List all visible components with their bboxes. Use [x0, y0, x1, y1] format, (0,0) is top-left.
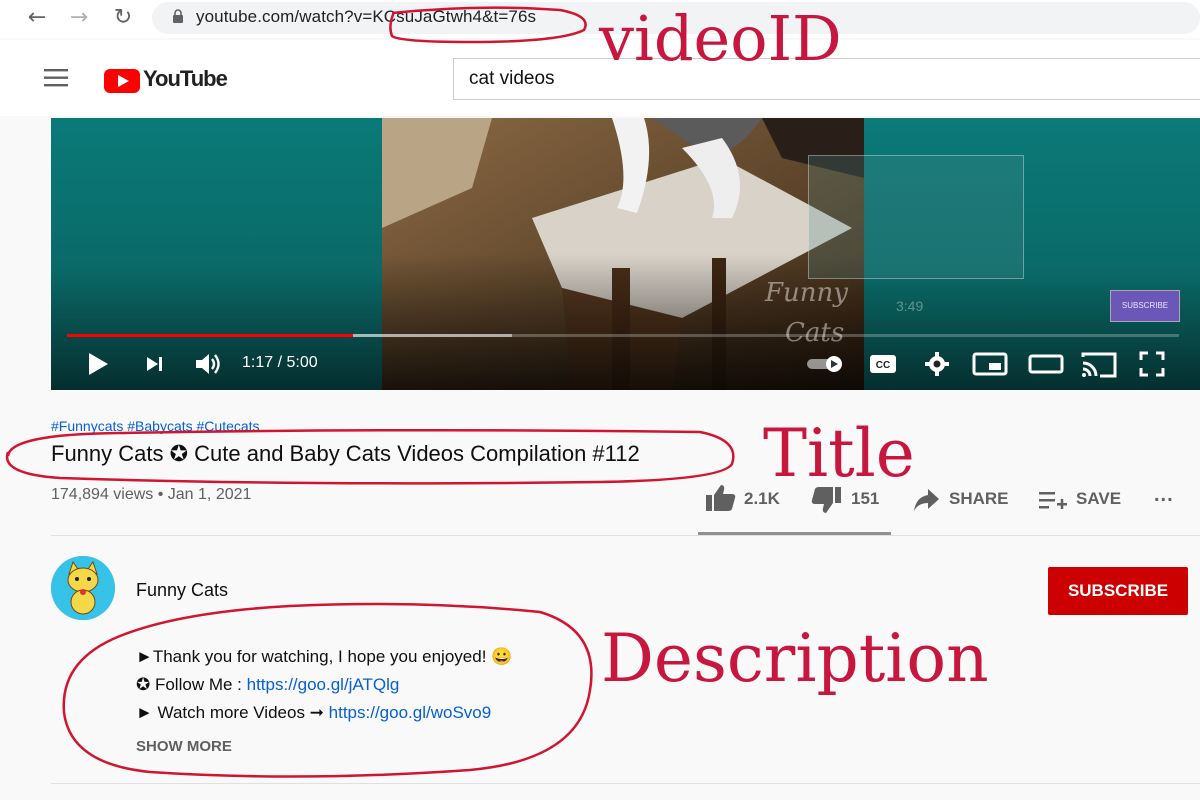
annotation-description: Description — [601, 620, 989, 697]
lock-icon — [173, 9, 183, 23]
channel-name[interactable]: Funny Cats — [136, 580, 228, 601]
fullscreen-icon[interactable] — [1139, 351, 1165, 377]
forward-arrow-icon[interactable]: → — [64, 4, 94, 32]
autoplay-toggle-icon[interactable] — [806, 351, 844, 377]
hamburger-menu-icon[interactable] — [44, 68, 70, 88]
progress-played — [67, 334, 353, 337]
reload-icon[interactable]: ↻ — [108, 4, 138, 32]
divider — [51, 783, 1200, 784]
youtube-wordmark[interactable]: YouTube — [143, 66, 228, 92]
description-line-2: ✪ Follow Me : https://goo.gl/jATQlg — [136, 675, 399, 695]
video-frame — [382, 118, 864, 390]
video-side-left — [51, 118, 382, 390]
subscribe-button[interactable]: SUBSCRIBE — [1048, 567, 1188, 615]
share-icon[interactable] — [912, 487, 940, 513]
settings-gear-icon[interactable] — [923, 351, 951, 377]
captions-icon[interactable]: CC — [868, 351, 898, 377]
like-icon[interactable] — [705, 483, 737, 513]
more-videos-link[interactable]: https://goo.gl/woSvo9 — [329, 703, 492, 722]
description-line-3: ► Watch more Videos ➞ https://goo.gl/woS… — [136, 703, 491, 723]
description-line-1: ►Thank you for watching, I hope you enjo… — [136, 647, 513, 666]
video-hashtags[interactable]: #Funnycats #Babycats #Cutecats — [51, 418, 260, 434]
view-count-date: 174,894 views • Jan 1, 2021 — [51, 486, 252, 503]
dislike-count[interactable]: 151 — [851, 489, 879, 509]
play-icon[interactable] — [86, 351, 110, 377]
next-icon[interactable] — [144, 351, 166, 377]
end-screen-duration: 3:49 — [896, 298, 924, 314]
share-button[interactable]: SHARE — [949, 489, 1009, 509]
annotation-title: Title — [763, 415, 915, 492]
channel-avatar[interactable] — [51, 556, 115, 620]
search-query[interactable]: cat videos — [469, 68, 555, 90]
watermark-text-2: Cats — [785, 318, 845, 348]
miniplayer-icon[interactable] — [972, 351, 1008, 377]
video-title: Funny Cats ✪ Cute and Baby Cats Videos C… — [51, 441, 640, 466]
end-screen-thumbnail[interactable] — [808, 155, 1024, 279]
follow-link[interactable]: https://goo.gl/jATQlg — [247, 675, 400, 694]
like-count[interactable]: 2.1K — [744, 489, 780, 509]
volume-icon[interactable] — [194, 351, 224, 377]
subscribe-watermark[interactable]: SUBSCRIBE — [1110, 290, 1180, 322]
save-playlist-icon[interactable] — [1038, 489, 1068, 511]
save-button[interactable]: SAVE — [1076, 489, 1121, 509]
watermark-text-1: Funny — [765, 278, 848, 308]
divider — [51, 535, 1200, 536]
cast-icon[interactable] — [1080, 351, 1118, 379]
more-actions-icon[interactable]: ... — [1154, 484, 1174, 507]
theater-mode-icon[interactable] — [1028, 351, 1064, 377]
annotation-videoid: videoID — [599, 2, 842, 75]
time-display: 1:17 / 5:00 — [242, 354, 318, 371]
description-line-3-text: ► Watch more Videos ➞ — [136, 703, 329, 722]
youtube-logo-icon[interactable] — [104, 69, 140, 93]
svg-text:CC: CC — [876, 360, 890, 371]
back-arrow-icon[interactable]: ← — [22, 4, 52, 32]
show-more-button[interactable]: SHOW MORE — [136, 738, 232, 755]
url-text[interactable]: youtube.com/watch?v=KCsuJaGtwh4&t=76s — [196, 7, 536, 27]
description-line-2-text: ✪ Follow Me : — [136, 675, 247, 694]
